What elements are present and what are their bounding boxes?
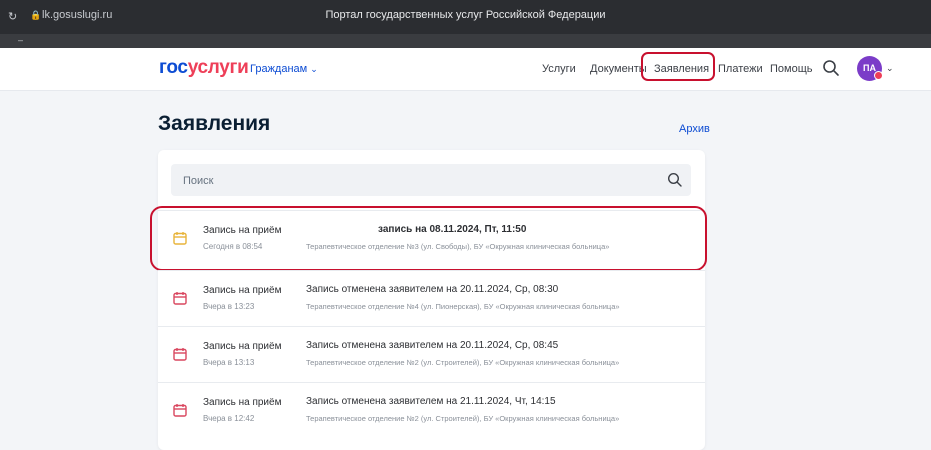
- calendar-icon: [173, 292, 187, 305]
- application-time: Вчера в 13:23: [203, 302, 255, 311]
- site-header: госуслуги Гражданам ⌄ Услуги Документы За…: [0, 48, 931, 91]
- nav-documents[interactable]: Документы: [590, 63, 647, 75]
- window-title: Портал государственных услуг Российской …: [325, 9, 606, 21]
- menu-icon[interactable]: –: [18, 35, 23, 45]
- application-time: Вчера в 12:42: [203, 414, 255, 423]
- search-icon[interactable]: [667, 172, 683, 188]
- chevron-down-icon: ⌄: [310, 64, 318, 74]
- nav-services[interactable]: Услуги: [542, 63, 576, 75]
- calendar-icon: [173, 404, 187, 417]
- archive-link[interactable]: Архив: [679, 123, 710, 135]
- gosuslugi-logo[interactable]: госуслуги: [159, 57, 249, 79]
- notification-dot: [874, 71, 883, 80]
- application-status: Запись отменена заявителем на 20.11.2024…: [306, 340, 559, 351]
- application-type: Запись на приём: [203, 397, 282, 408]
- application-status: Запись отменена заявителем на 20.11.2024…: [306, 284, 559, 295]
- citizens-dropdown[interactable]: Гражданам ⌄: [250, 63, 318, 75]
- citizens-label: Гражданам: [250, 63, 308, 75]
- browser-tabstrip: –: [0, 34, 931, 48]
- search-icon[interactable]: [822, 59, 840, 77]
- chevron-down-icon[interactable]: ⌄: [886, 63, 894, 74]
- search-field: [171, 164, 691, 198]
- application-type: Запись на приём: [203, 285, 282, 296]
- application-status: Запись отменена заявителем на 21.11.2024…: [306, 396, 556, 407]
- nav-help[interactable]: Помощь: [770, 63, 813, 75]
- page-title: Заявления: [158, 112, 271, 135]
- application-place: Терапевтическое отделение №4 (ул. Пионер…: [306, 302, 620, 311]
- application-type: Запись на приём: [203, 341, 282, 352]
- highlight-annotation-row: [150, 206, 707, 271]
- application-row[interactable]: Запись на приём Вчера в 12:42 Запись отм…: [158, 382, 705, 443]
- application-place: Терапевтическое отделение №2 (ул. Строит…: [306, 358, 620, 367]
- avatar[interactable]: ПА: [857, 56, 883, 81]
- application-row[interactable]: Запись на приём Вчера в 13:13 Запись отм…: [158, 326, 705, 383]
- search-input[interactable]: [181, 164, 655, 198]
- highlight-annotation-nav: [641, 52, 715, 81]
- calendar-icon: [173, 348, 187, 361]
- browser-titlebar: ↻ 🔒 lk.gosuslugi.ru Портал государственн…: [0, 0, 931, 34]
- nav-payments[interactable]: Платежи: [718, 63, 763, 75]
- application-row[interactable]: Запись на приём Вчера в 13:23 Запись отм…: [158, 270, 705, 327]
- application-time: Вчера в 13:13: [203, 358, 255, 367]
- application-place: Терапевтическое отделение №2 (ул. Строит…: [306, 414, 620, 423]
